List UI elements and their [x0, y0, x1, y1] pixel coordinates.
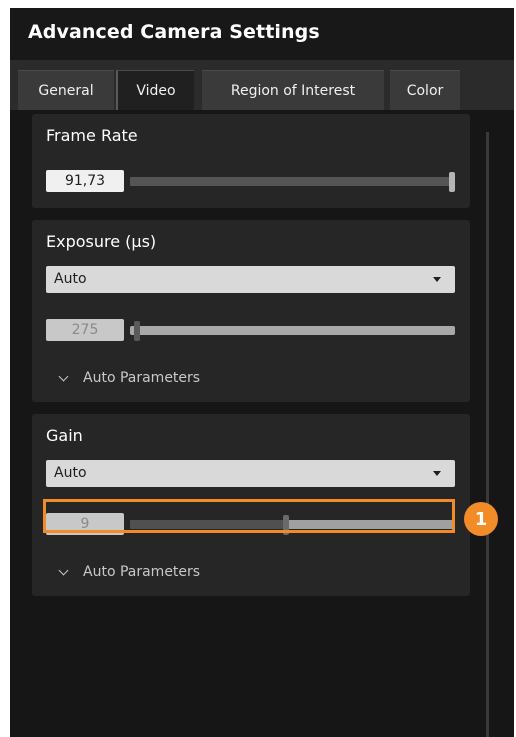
gain-value-highlight — [43, 499, 455, 533]
gain-mode-dropdown[interactable]: Auto — [46, 460, 455, 487]
chevron-down-icon — [58, 565, 69, 575]
frame-rate-slider-fill — [130, 177, 455, 186]
gain-mode-value: Auto — [54, 465, 87, 481]
frame-rate-group: Frame Rate 91,73 — [32, 114, 470, 208]
gain-auto-parameters-label: Auto Parameters — [83, 564, 201, 580]
frame-rate-slider[interactable] — [130, 172, 455, 192]
camera-settings-window: Advanced Camera Settings General Video R… — [10, 8, 514, 737]
scrollbar[interactable] — [486, 132, 489, 737]
exposure-group: Exposure (µs) Auto 275 Auto Parameters — [32, 220, 470, 402]
frame-rate-slider-thumb[interactable] — [449, 172, 455, 192]
tab-color[interactable]: Color — [390, 70, 460, 110]
title-bar: Advanced Camera Settings — [10, 8, 514, 60]
exposure-slider[interactable] — [130, 321, 455, 341]
exposure-mode-dropdown[interactable]: Auto — [46, 266, 455, 293]
tab-region-of-interest[interactable]: Region of Interest — [202, 70, 384, 110]
exposure-auto-parameters-label: Auto Parameters — [83, 370, 201, 386]
exposure-auto-parameters-expander[interactable]: Auto Parameters — [58, 370, 201, 386]
annotation-callout-badge: 1 — [464, 502, 498, 536]
window-title: Advanced Camera Settings — [28, 21, 320, 43]
exposure-slider-thumb[interactable] — [133, 321, 140, 341]
gain-title: Gain — [46, 426, 83, 445]
gain-auto-parameters-expander[interactable]: Auto Parameters — [58, 564, 201, 580]
tab-video[interactable]: Video — [116, 70, 194, 110]
exposure-value-field[interactable]: 275 — [46, 319, 124, 341]
frame-rate-title: Frame Rate — [46, 126, 138, 145]
frame-rate-value-field[interactable]: 91,73 — [46, 170, 124, 192]
tab-bar: General Video Region of Interest Color — [10, 60, 514, 110]
dropdown-arrow-icon — [433, 471, 441, 476]
exposure-mode-value: Auto — [54, 271, 87, 287]
dropdown-arrow-icon — [433, 277, 441, 282]
exposure-title: Exposure (µs) — [46, 232, 157, 251]
tab-general[interactable]: General — [18, 70, 114, 110]
chevron-down-icon — [58, 371, 69, 381]
